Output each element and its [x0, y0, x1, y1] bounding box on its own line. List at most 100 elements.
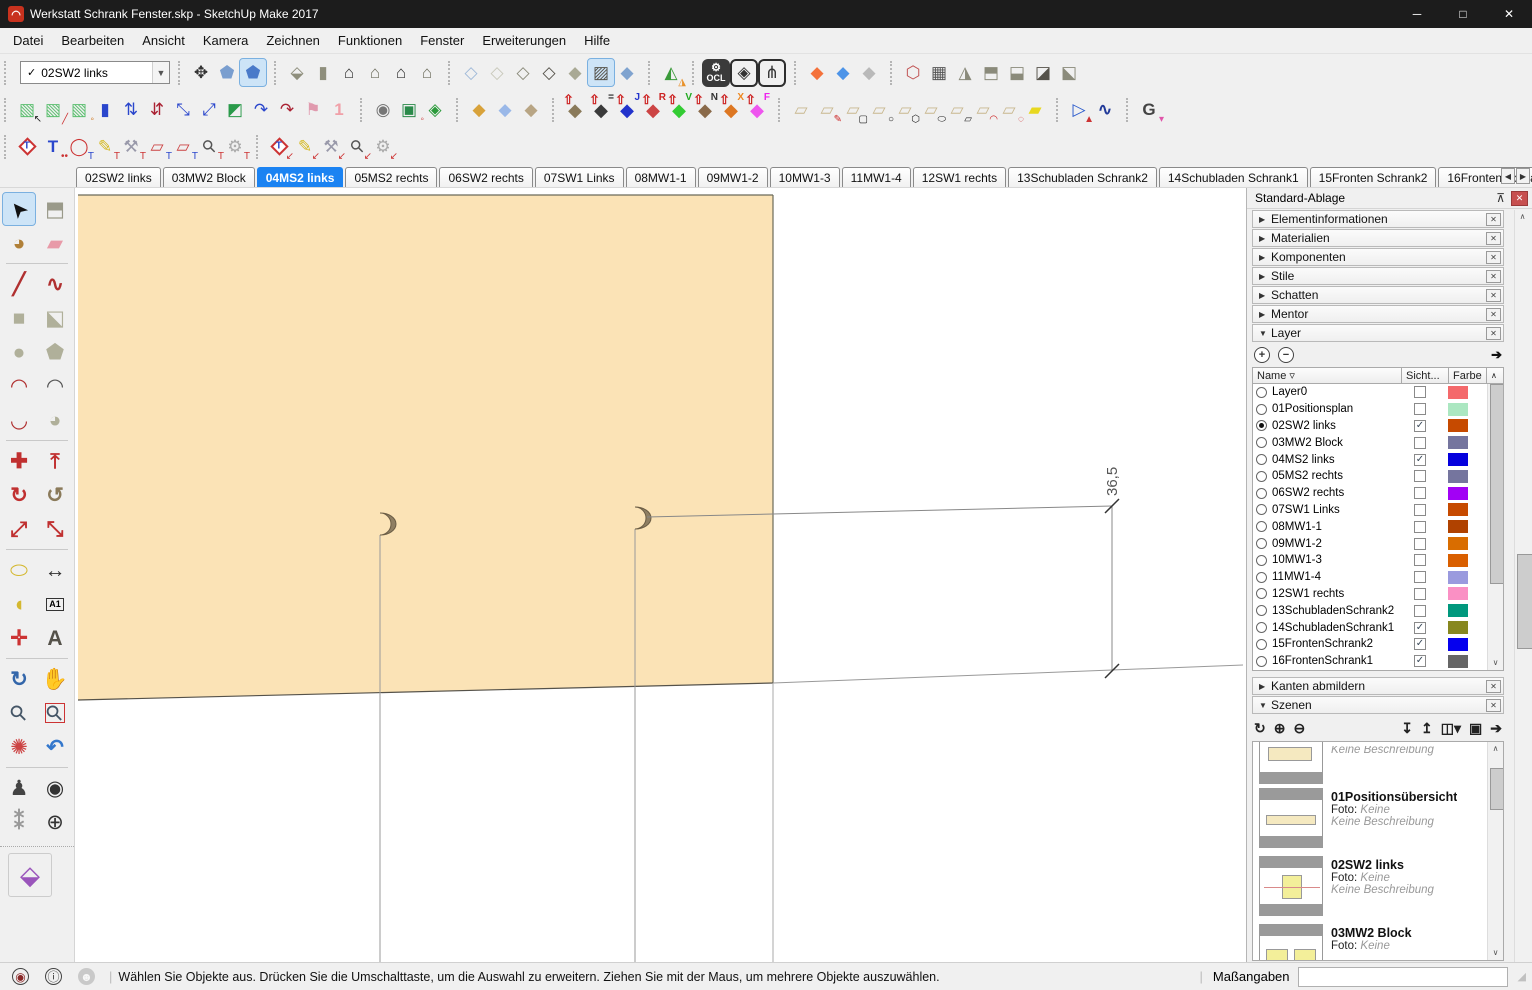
tray-scrollbar[interactable]: ∧: [1514, 210, 1530, 962]
menu-hilfe[interactable]: Hilfe: [575, 29, 619, 52]
layer-color-swatch[interactable]: [1448, 487, 1468, 500]
scene-tab-6[interactable]: 07SW1 Links: [535, 167, 624, 187]
section-close-icon[interactable]: ✕: [1486, 289, 1501, 302]
scene-tab-9[interactable]: 10MW1-3: [770, 167, 840, 187]
flap-lasso-icon[interactable]: ▱◌: [996, 96, 1022, 123]
layer-visible-checkbox[interactable]: ✓: [1414, 655, 1426, 667]
scene-tab-10[interactable]: 11MW1-4: [842, 167, 911, 187]
layer-row[interactable]: 09MW1-2: [1253, 535, 1503, 552]
smoove-icon[interactable]: ◮: [952, 59, 978, 86]
model-view[interactable]: 36,5: [75, 188, 1246, 962]
layer-radio[interactable]: [1256, 639, 1267, 650]
scene-tab-13[interactable]: 14Schubladen Schrank1: [1159, 167, 1308, 187]
scene-tab-7[interactable]: 08MW1-1: [626, 167, 696, 187]
scene-tab-3[interactable]: 04MS2 links: [257, 167, 344, 187]
label-card-1-icon[interactable]: ▱T: [144, 133, 170, 160]
update-scene-icon[interactable]: ↻: [1254, 720, 1266, 737]
scene-scroll-down-icon[interactable]: ∨: [1488, 946, 1503, 960]
left-view-icon[interactable]: ⌂: [388, 59, 414, 86]
toolbar-grip[interactable]: [4, 135, 9, 159]
layer-radio[interactable]: [1256, 471, 1267, 482]
curve-arrow-blue-icon[interactable]: ↷: [248, 96, 274, 123]
scene-tab-4[interactable]: 05MS2 rechts: [345, 167, 437, 187]
layer-visible-checkbox[interactable]: ✓: [1414, 454, 1426, 466]
zoom-tool[interactable]: ⚲: [3, 697, 35, 729]
back-edges-style-icon[interactable]: ◇: [484, 59, 510, 86]
layer-row[interactable]: 02SW2 links✓: [1253, 418, 1503, 435]
selection-page-dot-icon[interactable]: ▧◦: [66, 96, 92, 123]
pushpull-f-icon[interactable]: ◆⇧F: [744, 96, 770, 123]
arrows-down-up-icon[interactable]: ⇵: [144, 96, 170, 123]
flap-arc-icon[interactable]: ▱◠: [970, 96, 996, 123]
xray-style-icon[interactable]: ◇: [458, 59, 484, 86]
label-gear-icon[interactable]: ⚙T: [222, 133, 248, 160]
move-scene-up-icon[interactable]: ↥: [1421, 720, 1433, 737]
menu-fenster[interactable]: Fenster: [411, 29, 473, 52]
tray-section-szenen[interactable]: ▼Szenen✕: [1252, 696, 1504, 714]
layer-visible-checkbox[interactable]: [1414, 538, 1426, 550]
scene-tab-12[interactable]: 13Schubladen Schrank2: [1008, 167, 1157, 187]
diagonal-arrow-ne-icon[interactable]: ⤡: [170, 96, 196, 123]
three-point-arc-tool[interactable]: ◡: [3, 404, 35, 436]
iso-view-icon[interactable]: ⬙: [284, 59, 310, 86]
arrows-up-down-icon[interactable]: ⇅: [118, 96, 144, 123]
pushpull-r-icon[interactable]: ◆⇧R: [640, 96, 666, 123]
section-close-icon[interactable]: ✕: [1486, 213, 1501, 226]
flap-icon[interactable]: ▱: [788, 96, 814, 123]
label-find-icon[interactable]: ⚲T: [196, 133, 222, 160]
walk-tool[interactable]: ⁑: [3, 806, 35, 838]
rotate-tool[interactable]: ↻: [3, 479, 35, 511]
toolbar-grip[interactable]: [4, 61, 9, 85]
zoom-window-tool[interactable]: ⚲: [39, 697, 71, 729]
freehand-tool[interactable]: ∿: [39, 268, 71, 300]
layer-visible-checkbox[interactable]: [1414, 605, 1426, 617]
front-view-icon[interactable]: ⌂: [336, 59, 362, 86]
menu-ansicht[interactable]: Ansicht: [133, 29, 194, 52]
layer-color-swatch[interactable]: [1448, 638, 1468, 651]
layer-radio[interactable]: [1256, 387, 1267, 398]
menu-funktionen[interactable]: Funktionen: [329, 29, 411, 52]
label-card-2-icon[interactable]: ▱T: [170, 133, 196, 160]
scene-item-partial[interactable]: Keine Beschreibung: [1253, 742, 1503, 784]
layer-row[interactable]: 15FrontenSchrank2✓: [1253, 636, 1503, 653]
pushpull-equal-icon[interactable]: ◆⇧=: [588, 96, 614, 123]
pie-tool[interactable]: ◕: [39, 404, 71, 436]
monochrome-style-icon[interactable]: ◆: [614, 59, 640, 86]
layer-scroll-thumb[interactable]: [1490, 384, 1504, 584]
scene-item[interactable]: 03MW2 BlockFoto: Keine: [1253, 920, 1503, 961]
layer-radio[interactable]: [1256, 488, 1267, 499]
section-close-icon[interactable]: ✕: [1486, 232, 1501, 245]
pushpull-x-icon[interactable]: ◆⇧X: [718, 96, 744, 123]
flip-edge-icon[interactable]: ⬕: [1056, 59, 1082, 86]
measurements-input[interactable]: [1298, 967, 1508, 987]
layer-color-swatch[interactable]: [1448, 453, 1468, 466]
layer-visible-checkbox[interactable]: [1414, 588, 1426, 600]
layer-row[interactable]: 08MW1-1: [1253, 518, 1503, 535]
arrow-label-edit-icon[interactable]: ✎↙: [292, 133, 318, 160]
menu-erweiterungen[interactable]: Erweiterungen: [473, 29, 575, 52]
paint-bucket-tool[interactable]: ◕: [3, 227, 35, 259]
layer-visible-checkbox[interactable]: [1414, 554, 1426, 566]
arrow-label-find-icon[interactable]: ⚲↙: [344, 133, 370, 160]
green-blue-panel-icon[interactable]: ◩: [222, 96, 248, 123]
move-scene-down-icon[interactable]: ↧: [1401, 720, 1413, 737]
layer-radio[interactable]: [1256, 605, 1267, 616]
polygon-tool[interactable]: ⬟: [39, 336, 71, 368]
tray-section-mentor[interactable]: ▶Mentor✕: [1252, 305, 1504, 323]
hidden-line-style-icon[interactable]: ◇: [536, 59, 562, 86]
tab-scroll-left-icon[interactable]: ◀: [1501, 168, 1515, 184]
tray-section-stile[interactable]: ▶Stile✕: [1252, 267, 1504, 285]
toolbar-grip[interactable]: [648, 61, 653, 85]
previous-view-tool[interactable]: ↶: [39, 731, 71, 763]
section-close-icon[interactable]: ✕: [1486, 327, 1501, 340]
layer-radio[interactable]: [1256, 538, 1267, 549]
layer-row[interactable]: 06SW2 rechts: [1253, 485, 1503, 502]
toolbar-grip[interactable]: [360, 98, 365, 122]
toolbar-grip[interactable]: [456, 98, 461, 122]
pushpull-plain-icon[interactable]: ◆⇧: [562, 96, 588, 123]
cube-gray-icon[interactable]: ◆: [856, 59, 882, 86]
follow-me-tool[interactable]: ↺: [39, 479, 71, 511]
scene-item[interactable]: 02SW2 linksFoto: KeineKeine Beschreibung: [1253, 852, 1503, 920]
eraser-tool[interactable]: ▰: [39, 227, 71, 259]
layer-visible-checkbox[interactable]: ✓: [1414, 638, 1426, 650]
